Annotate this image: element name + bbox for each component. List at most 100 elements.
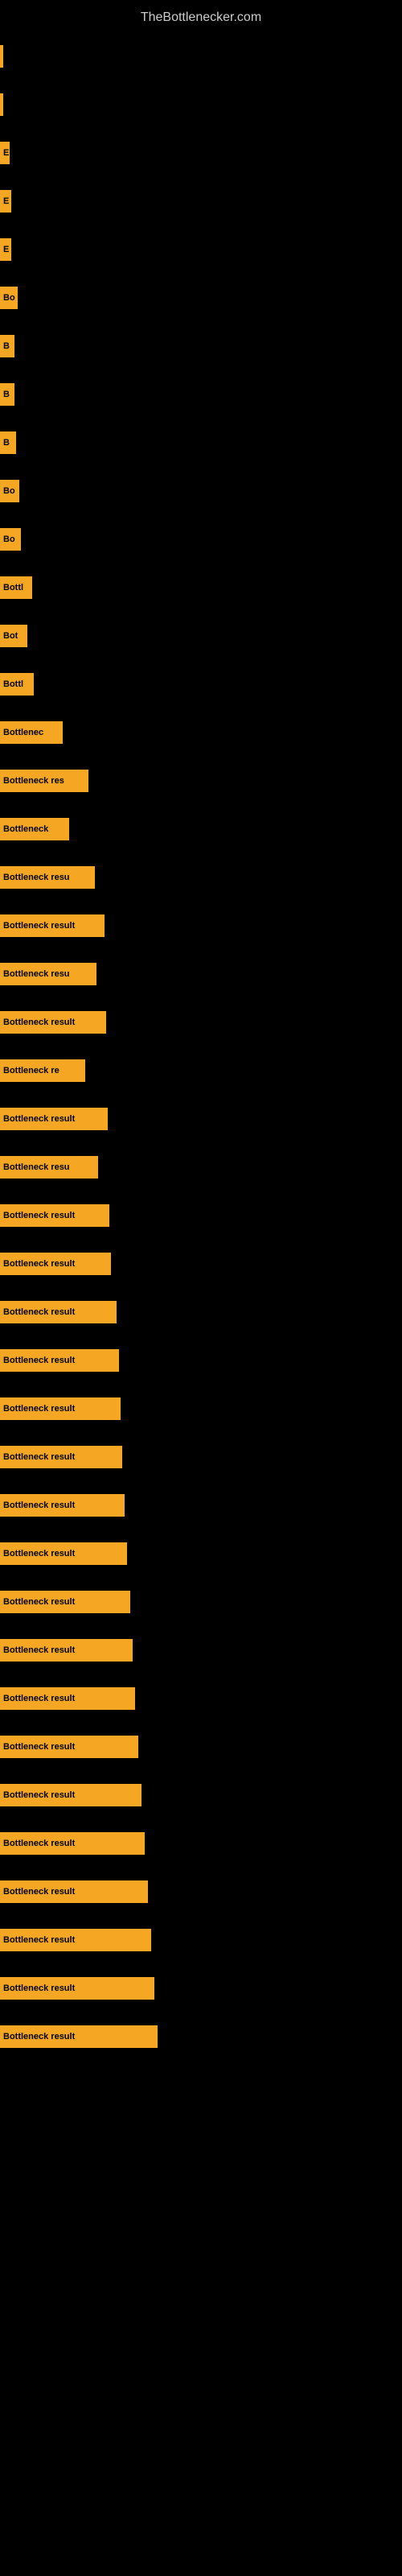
bar-label: E: [3, 196, 9, 206]
bar-label: Bottleneck result: [3, 1984, 75, 1993]
bar-label: E: [3, 245, 9, 254]
bar-label: Bottleneck result: [3, 1839, 75, 1848]
bar-row: Bottl: [0, 564, 402, 612]
bar-row: [0, 80, 402, 129]
bar-label: Bottleneck result: [3, 1549, 75, 1558]
bar-row: Bottl: [0, 660, 402, 708]
bar-label: Bottleneck result: [3, 1259, 75, 1269]
bar-row: E: [0, 225, 402, 274]
bar: Bottleneck result: [0, 2025, 158, 2048]
bar-row: B: [0, 370, 402, 419]
bar-row: Bottleneck result: [0, 998, 402, 1046]
bar-label: Bottleneck result: [3, 1742, 75, 1752]
bar-row: Bottleneck result: [0, 1095, 402, 1143]
bar-label: Bo: [3, 535, 15, 544]
bar-row: B: [0, 419, 402, 467]
bar: Bottleneck result: [0, 1301, 117, 1323]
bar-label: Bottleneck result: [3, 2032, 75, 2041]
bar: E: [0, 238, 11, 261]
bar: Bottleneck result: [0, 914, 105, 937]
bar-row: Bo: [0, 467, 402, 515]
bar-label: E: [3, 148, 9, 158]
bar-label: Bottleneck result: [3, 1356, 75, 1365]
bar: Bot: [0, 625, 27, 647]
bar: Bottl: [0, 576, 32, 599]
bar-row: Bottleneck result: [0, 1723, 402, 1771]
bar-label: Bottleneck result: [3, 1694, 75, 1703]
bar-row: Bottleneck result: [0, 1336, 402, 1385]
bar: Bottleneck result: [0, 1349, 119, 1372]
bar: Bottleneck result: [0, 1253, 111, 1275]
bar-row: Bottleneck result: [0, 1964, 402, 2013]
bar-label: Bottleneck result: [3, 1404, 75, 1414]
bar: Bottleneck resu: [0, 963, 96, 985]
bar-label: Bottleneck result: [3, 1790, 75, 1800]
bar-label: Bo: [3, 486, 15, 496]
bar-row: Bottleneck result: [0, 1530, 402, 1578]
bar: Bottleneck resu: [0, 1156, 98, 1179]
bar-row: Bottleneck result: [0, 1481, 402, 1530]
bar: Bottleneck result: [0, 1108, 108, 1130]
bar-row: B: [0, 322, 402, 370]
bar-row: Bottleneck result: [0, 1626, 402, 1674]
bar-row: Bottlenec: [0, 708, 402, 757]
bar: Bottleneck result: [0, 1542, 127, 1565]
bar-label: Bottleneck result: [3, 1597, 75, 1607]
bar-row: Bo: [0, 515, 402, 564]
bar-row: Bottleneck result: [0, 2013, 402, 2061]
bar-label: Bottl: [3, 583, 23, 592]
bar: E: [0, 190, 11, 213]
bar-row: Bottleneck result: [0, 1240, 402, 1288]
bar: [0, 93, 3, 116]
bar-label: Bottleneck result: [3, 1645, 75, 1655]
bar-row: Bottleneck result: [0, 1385, 402, 1433]
bar: Bottleneck result: [0, 1011, 106, 1034]
bar-row: Bottleneck res: [0, 757, 402, 805]
bar-label: Bottl: [3, 679, 23, 689]
bar-label: Bottleneck resu: [3, 873, 70, 882]
bar-label: Bottleneck re: [3, 1066, 59, 1075]
bar: Bottleneck result: [0, 1977, 154, 2000]
bar-label: Bottleneck result: [3, 1018, 75, 1027]
bar-row: Bottleneck result: [0, 1819, 402, 1868]
bar: Bottleneck resu: [0, 866, 95, 889]
bar-row: Bottleneck result: [0, 1191, 402, 1240]
bar: Bottleneck result: [0, 1397, 121, 1420]
bar-label: Bottleneck result: [3, 1452, 75, 1462]
bar-label: Bottleneck result: [3, 1935, 75, 1945]
bar: Bottleneck result: [0, 1204, 109, 1227]
bars-container: EEEBoBBBBoBoBottlBotBottlBottlenecBottle…: [0, 32, 402, 2061]
bar: [0, 45, 3, 68]
bar-row: E: [0, 177, 402, 225]
bar: Bottleneck result: [0, 1832, 145, 1855]
bar-row: Bottleneck result: [0, 1916, 402, 1964]
bar: B: [0, 383, 14, 406]
bar: E: [0, 142, 10, 164]
bar-label: Bottleneck result: [3, 1501, 75, 1510]
bar: Bottl: [0, 673, 34, 696]
bar: Bottleneck res: [0, 770, 88, 792]
bar: Bottleneck result: [0, 1639, 133, 1662]
bar-label: Bottleneck result: [3, 1114, 75, 1124]
bar-row: Bottleneck re: [0, 1046, 402, 1095]
bar-row: Bottleneck: [0, 805, 402, 853]
bar-row: Bottleneck result: [0, 1771, 402, 1819]
bar-row: Bottleneck result: [0, 1433, 402, 1481]
bar: Bottleneck result: [0, 1591, 130, 1613]
bar-row: Bot: [0, 612, 402, 660]
bar-label: B: [3, 438, 10, 448]
bar-label: Bottleneck result: [3, 1307, 75, 1317]
bar: Bottleneck result: [0, 1446, 122, 1468]
bar-row: E: [0, 129, 402, 177]
bar-label: Bottleneck result: [3, 1887, 75, 1897]
bar-row: Bottleneck resu: [0, 1143, 402, 1191]
bar-label: Bot: [3, 631, 18, 641]
site-title: TheBottlenecker.com: [0, 4, 402, 31]
bar: B: [0, 431, 16, 454]
bar-row: [0, 32, 402, 80]
bar-row: Bottleneck result: [0, 902, 402, 950]
bar-row: Bottleneck resu: [0, 853, 402, 902]
bar: Bottleneck result: [0, 1687, 135, 1710]
bar: Bottleneck result: [0, 1784, 142, 1806]
bar-label: Bottleneck result: [3, 921, 75, 931]
